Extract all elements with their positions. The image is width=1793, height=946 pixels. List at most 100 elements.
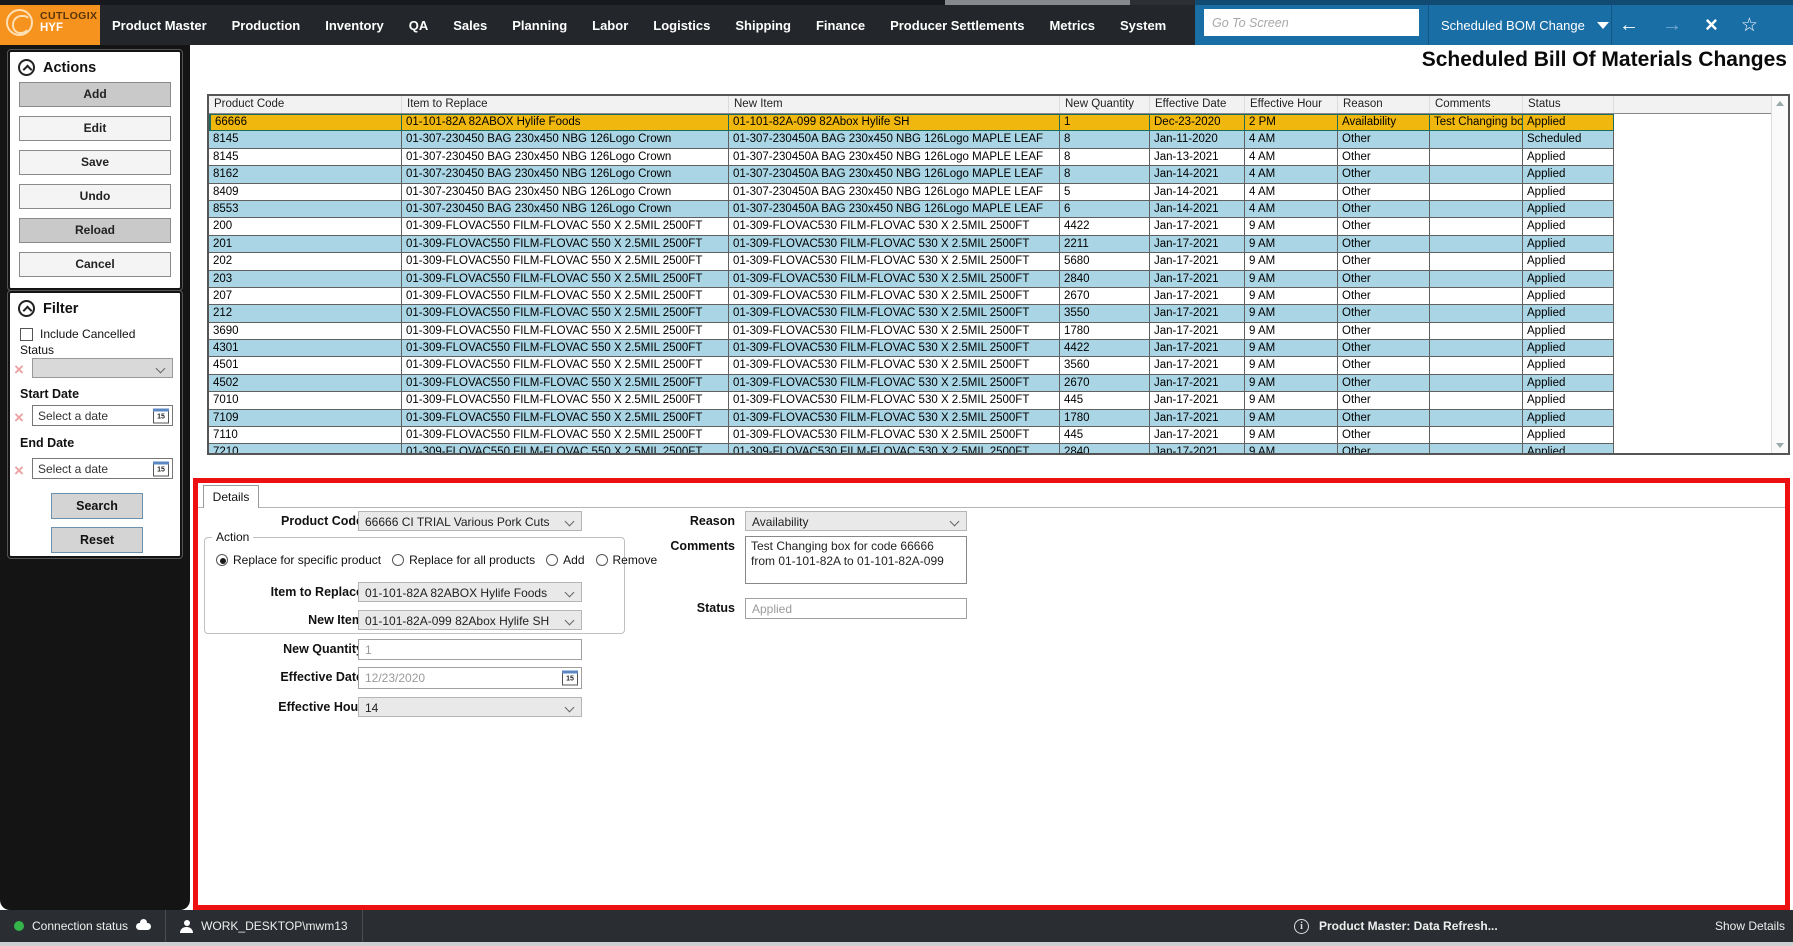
table-row[interactable]: 711001-309-FLOVAC550 FILM-FLOVAC 550 X 2…: [209, 427, 1771, 444]
add-button[interactable]: Add: [19, 82, 171, 107]
start-date-input[interactable]: Select a date 15: [32, 405, 173, 426]
radio-icon[interactable]: [392, 554, 404, 566]
column-header-comments[interactable]: Comments: [1430, 96, 1523, 113]
brand-site-code: HYF: [40, 22, 97, 35]
reason-select[interactable]: Availability: [745, 511, 967, 531]
menu-item-production[interactable]: Production: [232, 18, 301, 33]
clear-end-date-icon[interactable]: ×: [14, 462, 24, 479]
table-cell: 01-309-FLOVAC530 FILM-FLOVAC 530 X 2.5MI…: [729, 340, 1060, 357]
table-cell: Test Changing bo: [1430, 114, 1523, 131]
column-header-new-quantity[interactable]: New Quantity: [1060, 96, 1150, 113]
menu-item-planning[interactable]: Planning: [512, 18, 567, 33]
column-header-product-code[interactable]: Product Code: [209, 96, 402, 113]
radio-icon[interactable]: [216, 554, 228, 566]
screen-selector[interactable]: Scheduled BOM Change: [1441, 5, 1609, 45]
close-icon[interactable]: ×: [1705, 14, 1718, 36]
clear-start-date-icon[interactable]: ×: [14, 409, 24, 426]
status-filter-select[interactable]: [32, 358, 173, 378]
favorite-icon[interactable]: ☆: [1741, 16, 1758, 35]
comments-textarea[interactable]: Test Changing box for code 66666 from 01…: [745, 536, 967, 584]
table-row[interactable]: 20701-309-FLOVAC550 FILM-FLOVAC 550 X 2.…: [209, 288, 1771, 305]
table-cell: Scheduled: [1523, 131, 1614, 148]
table-row[interactable]: 20001-309-FLOVAC550 FILM-FLOVAC 550 X 2.…: [209, 218, 1771, 235]
table-row[interactable]: 20101-309-FLOVAC550 FILM-FLOVAC 550 X 2.…: [209, 236, 1771, 253]
collapse-actions-icon[interactable]: [18, 59, 35, 76]
menu-item-metrics[interactable]: Metrics: [1049, 18, 1095, 33]
column-header-reason[interactable]: Reason: [1338, 96, 1430, 113]
menu-item-inventory[interactable]: Inventory: [325, 18, 384, 33]
clear-status-icon[interactable]: ×: [14, 361, 24, 378]
table-row[interactable]: 710901-309-FLOVAC550 FILM-FLOVAC 550 X 2…: [209, 410, 1771, 427]
go-to-screen-input[interactable]: [1204, 9, 1419, 36]
table-row[interactable]: 814501-307-230450 BAG 230x450 NBG 126Log…: [209, 131, 1771, 148]
table-cell: 212: [209, 305, 402, 322]
column-header-status[interactable]: Status: [1523, 96, 1614, 113]
scroll-up-icon[interactable]: [1776, 101, 1784, 106]
vertical-scrollbar[interactable]: [1771, 96, 1788, 453]
item-to-replace-select[interactable]: 01-101-82A 82ABOX Hylife Foods: [358, 582, 582, 602]
menu-item-system[interactable]: System: [1120, 18, 1166, 33]
menu-item-sales[interactable]: Sales: [453, 18, 487, 33]
show-details-link[interactable]: Show Details: [1715, 910, 1785, 942]
end-date-input[interactable]: Select a date 15: [32, 458, 173, 479]
radio-option-remove[interactable]: Remove: [596, 553, 658, 567]
effective-date-input[interactable]: 12/23/2020 15: [358, 667, 582, 689]
menu-item-product-master[interactable]: Product Master: [112, 18, 207, 33]
menu-item-labor[interactable]: Labor: [592, 18, 628, 33]
reason-label: Reason: [640, 514, 735, 528]
radio-option-replace-for-specific-product[interactable]: Replace for specific product: [216, 553, 381, 567]
table-row[interactable]: 701001-309-FLOVAC550 FILM-FLOVAC 550 X 2…: [209, 392, 1771, 409]
new-item-select[interactable]: 01-101-82A-099 82Abox Hylife SH: [358, 610, 582, 630]
menu-item-producer-settlements[interactable]: Producer Settlements: [890, 18, 1024, 33]
undo-button[interactable]: Undo: [19, 184, 171, 209]
column-header-item-to-replace[interactable]: Item to Replace: [402, 96, 729, 113]
table-row[interactable]: 840901-307-230450 BAG 230x450 NBG 126Log…: [209, 184, 1771, 201]
table-row[interactable]: 20201-309-FLOVAC550 FILM-FLOVAC 550 X 2.…: [209, 253, 1771, 270]
table-row[interactable]: 21201-309-FLOVAC550 FILM-FLOVAC 550 X 2.…: [209, 305, 1771, 322]
end-date-placeholder: Select a date: [38, 462, 108, 476]
calendar-icon[interactable]: 15: [562, 671, 578, 686]
column-header-effective-hour[interactable]: Effective Hour: [1245, 96, 1338, 113]
table-row[interactable]: 721001-309-FLOVAC550 FILM-FLOVAC 550 X 2…: [209, 444, 1771, 453]
table-row[interactable]: 430101-309-FLOVAC550 FILM-FLOVAC 550 X 2…: [209, 340, 1771, 357]
back-icon[interactable]: ←: [1619, 15, 1639, 35]
table-cell: 207: [209, 288, 402, 305]
cancel-button[interactable]: Cancel: [19, 252, 171, 277]
table-cell: 8: [1060, 166, 1150, 183]
calendar-icon[interactable]: 15: [153, 461, 169, 476]
radio-option-replace-for-all-products[interactable]: Replace for all products: [392, 553, 535, 567]
column-header-effective-date[interactable]: Effective Date: [1150, 96, 1245, 113]
table-row[interactable]: 855301-307-230450 BAG 230x450 NBG 126Log…: [209, 201, 1771, 218]
table-row[interactable]: 814501-307-230450 BAG 230x450 NBG 126Log…: [209, 149, 1771, 166]
forward-icon[interactable]: →: [1662, 15, 1682, 35]
include-cancelled-checkbox[interactable]: [20, 328, 33, 341]
reload-button[interactable]: Reload: [19, 218, 171, 243]
calendar-icon[interactable]: 15: [153, 408, 169, 423]
radio-icon[interactable]: [546, 554, 558, 566]
menu-item-logistics[interactable]: Logistics: [653, 18, 710, 33]
scroll-down-icon[interactable]: [1776, 443, 1784, 448]
new-quantity-input[interactable]: 1: [358, 639, 582, 660]
table-row[interactable]: 369001-309-FLOVAC550 FILM-FLOVAC 550 X 2…: [209, 323, 1771, 340]
menu-item-finance[interactable]: Finance: [816, 18, 865, 33]
collapse-filter-icon[interactable]: [18, 300, 35, 317]
edit-button[interactable]: Edit: [19, 116, 171, 141]
product-code-select[interactable]: 66666 CI TRIAL Various Pork Cuts: [358, 511, 582, 531]
table-row[interactable]: 20301-309-FLOVAC550 FILM-FLOVAC 550 X 2.…: [209, 271, 1771, 288]
radio-icon[interactable]: [596, 554, 608, 566]
save-button[interactable]: Save: [19, 150, 171, 175]
column-header-new-item[interactable]: New Item: [729, 96, 1060, 113]
table-cell: 9 AM: [1245, 410, 1338, 427]
table-row[interactable]: 450101-309-FLOVAC550 FILM-FLOVAC 550 X 2…: [209, 357, 1771, 374]
reset-button[interactable]: Reset: [51, 527, 143, 553]
menu-item-qa[interactable]: QA: [409, 18, 429, 33]
radio-option-add[interactable]: Add: [546, 553, 584, 567]
tab-details[interactable]: Details: [203, 485, 259, 508]
status-input[interactable]: Applied: [745, 598, 967, 619]
menu-item-shipping[interactable]: Shipping: [735, 18, 791, 33]
search-button[interactable]: Search: [51, 493, 143, 519]
table-row[interactable]: 6666601-101-82A 82ABOX Hylife Foods01-10…: [209, 114, 1771, 131]
table-row[interactable]: 450201-309-FLOVAC550 FILM-FLOVAC 550 X 2…: [209, 375, 1771, 392]
table-row[interactable]: 816201-307-230450 BAG 230x450 NBG 126Log…: [209, 166, 1771, 183]
effective-hour-select[interactable]: 14: [358, 697, 582, 717]
